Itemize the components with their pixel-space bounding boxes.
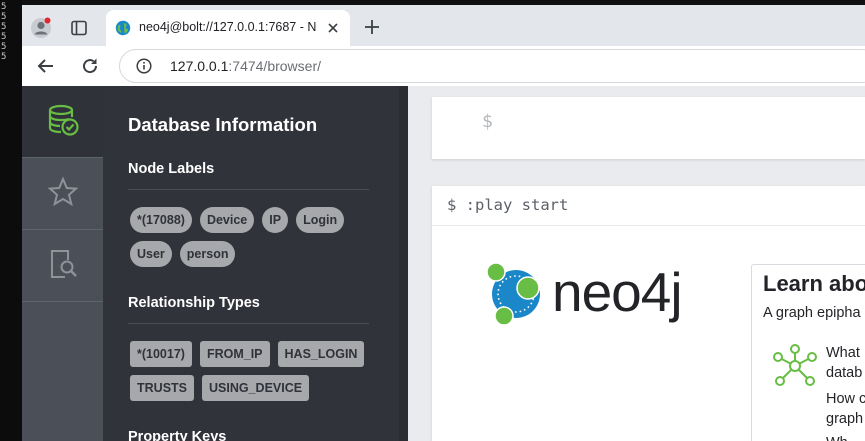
relationship-type-pill[interactable]: HAS_LOGIN [277, 341, 365, 367]
query-editor[interactable]: $ [432, 97, 865, 159]
node-labels-heading: Node Labels [128, 161, 215, 177]
node-label-pill[interactable]: *(17088) [130, 207, 192, 233]
profile-icon[interactable] [30, 17, 52, 39]
url-path: :7474/browser/ [228, 58, 321, 74]
database-info-drawer: Database Information Node Labels *(17088… [103, 86, 399, 441]
node-label-pill[interactable]: User [130, 241, 172, 267]
tab-bar: neo4j@bolt://127.0.0.1:7687 - Ne [22, 0, 865, 46]
back-arrow-icon[interactable] [36, 56, 56, 76]
frame-command[interactable]: $ :play start [447, 196, 568, 214]
relationship-types-heading: Relationship Types [128, 295, 260, 311]
section-divider [128, 323, 369, 324]
icon-rail [22, 86, 103, 441]
database-info-nav[interactable] [22, 86, 103, 158]
neo4j-wordmark: neo4j [552, 261, 683, 323]
frame-header[interactable]: $ :play start [432, 186, 865, 226]
relationship-type-pill[interactable]: USING_DEVICE [202, 375, 310, 401]
learn-card-title: Learn abo [763, 271, 865, 296]
node-label-pill[interactable]: Login [296, 207, 345, 233]
tab-strip-icon[interactable] [70, 19, 88, 37]
terminal-line: 5 [1, 2, 7, 12]
screen: 5 5 5 5 5 5 neo4j@bolt://127.0.0.1:7687 … [0, 0, 865, 441]
property-keys-heading: Property Keys [128, 429, 227, 441]
navigation-bar: 127.0.0.1:7474/browser/ [22, 46, 865, 86]
neo4j-browser-app: Database Information Node Labels *(17088… [22, 86, 865, 441]
browser-chrome: neo4j@bolt://127.0.0.1:7687 - Ne 127.0.0… [22, 0, 865, 86]
search-doc-icon [47, 248, 79, 285]
relationship-type-pill[interactable]: *(10017) [130, 341, 192, 367]
database-check-icon [46, 103, 80, 142]
address-bar[interactable]: 127.0.0.1:7474/browser/ [119, 49, 865, 83]
node-label-pill[interactable]: Device [199, 207, 255, 233]
window-top-edge [22, 0, 865, 5]
url-host: 127.0.0.1 [170, 58, 229, 74]
neo4j-logo-mark [486, 262, 540, 326]
main-stream: $ $ :play start neo4j Learn abo A graph … [408, 86, 865, 441]
relationship-type-pill[interactable]: FROM_IP [199, 341, 270, 367]
search-nav[interactable] [22, 230, 103, 302]
relationship-types-row: *(10017) FROM_IP HAS_LOGIN [130, 341, 365, 367]
terminal-line: 5 [1, 22, 7, 32]
url-text: 127.0.0.1:7474/browser/ [170, 58, 321, 74]
node-labels-row: User person [130, 241, 236, 267]
terminal-line: 5 [1, 12, 7, 22]
learn-card-text: datab [826, 365, 863, 381]
section-divider [128, 189, 369, 190]
relationship-type-pill[interactable]: TRUSTS [130, 375, 194, 401]
node-labels-row: *(17088) Device IP Login [130, 207, 345, 233]
node-label-pill[interactable]: person [179, 241, 236, 267]
close-icon[interactable] [326, 21, 340, 35]
learn-card: Learn abo A graph epipha What datab How … [751, 264, 865, 441]
terminal-line: 5 [1, 52, 7, 62]
node-label-pill[interactable]: IP [262, 207, 289, 233]
result-frame: $ :play start neo4j Learn abo A graph ep… [432, 186, 865, 441]
terminal-line: 5 [1, 42, 7, 52]
learn-card-text: Wh [826, 435, 848, 441]
neo4j-logo: neo4j [480, 258, 690, 330]
learn-card-text: What [826, 345, 860, 361]
star-icon [47, 175, 79, 213]
globe-favicon-icon [115, 20, 131, 36]
terminal-strip: 5 5 5 5 5 5 [0, 0, 22, 441]
editor-prompt: $ [482, 111, 493, 132]
drawer-scrollbar[interactable] [399, 86, 408, 441]
rail-divider [22, 301, 103, 302]
learn-card-text: graph [826, 411, 864, 427]
favorites-nav[interactable] [22, 158, 103, 230]
graph-network-icon [772, 343, 818, 389]
terminal-line: 5 [1, 32, 7, 42]
plus-icon[interactable] [363, 18, 381, 36]
learn-card-subtitle: A graph epipha [763, 305, 861, 321]
drawer-title: Database Information [128, 114, 318, 135]
info-icon[interactable] [136, 58, 152, 74]
learn-card-text: How c [826, 391, 865, 407]
tab-title: neo4j@bolt://127.0.0.1:7687 - Ne [139, 20, 317, 34]
browser-tab[interactable]: neo4j@bolt://127.0.0.1:7687 - Ne [106, 10, 350, 46]
relationship-types-row: TRUSTS USING_DEVICE [130, 375, 310, 401]
reload-icon[interactable] [80, 56, 100, 76]
